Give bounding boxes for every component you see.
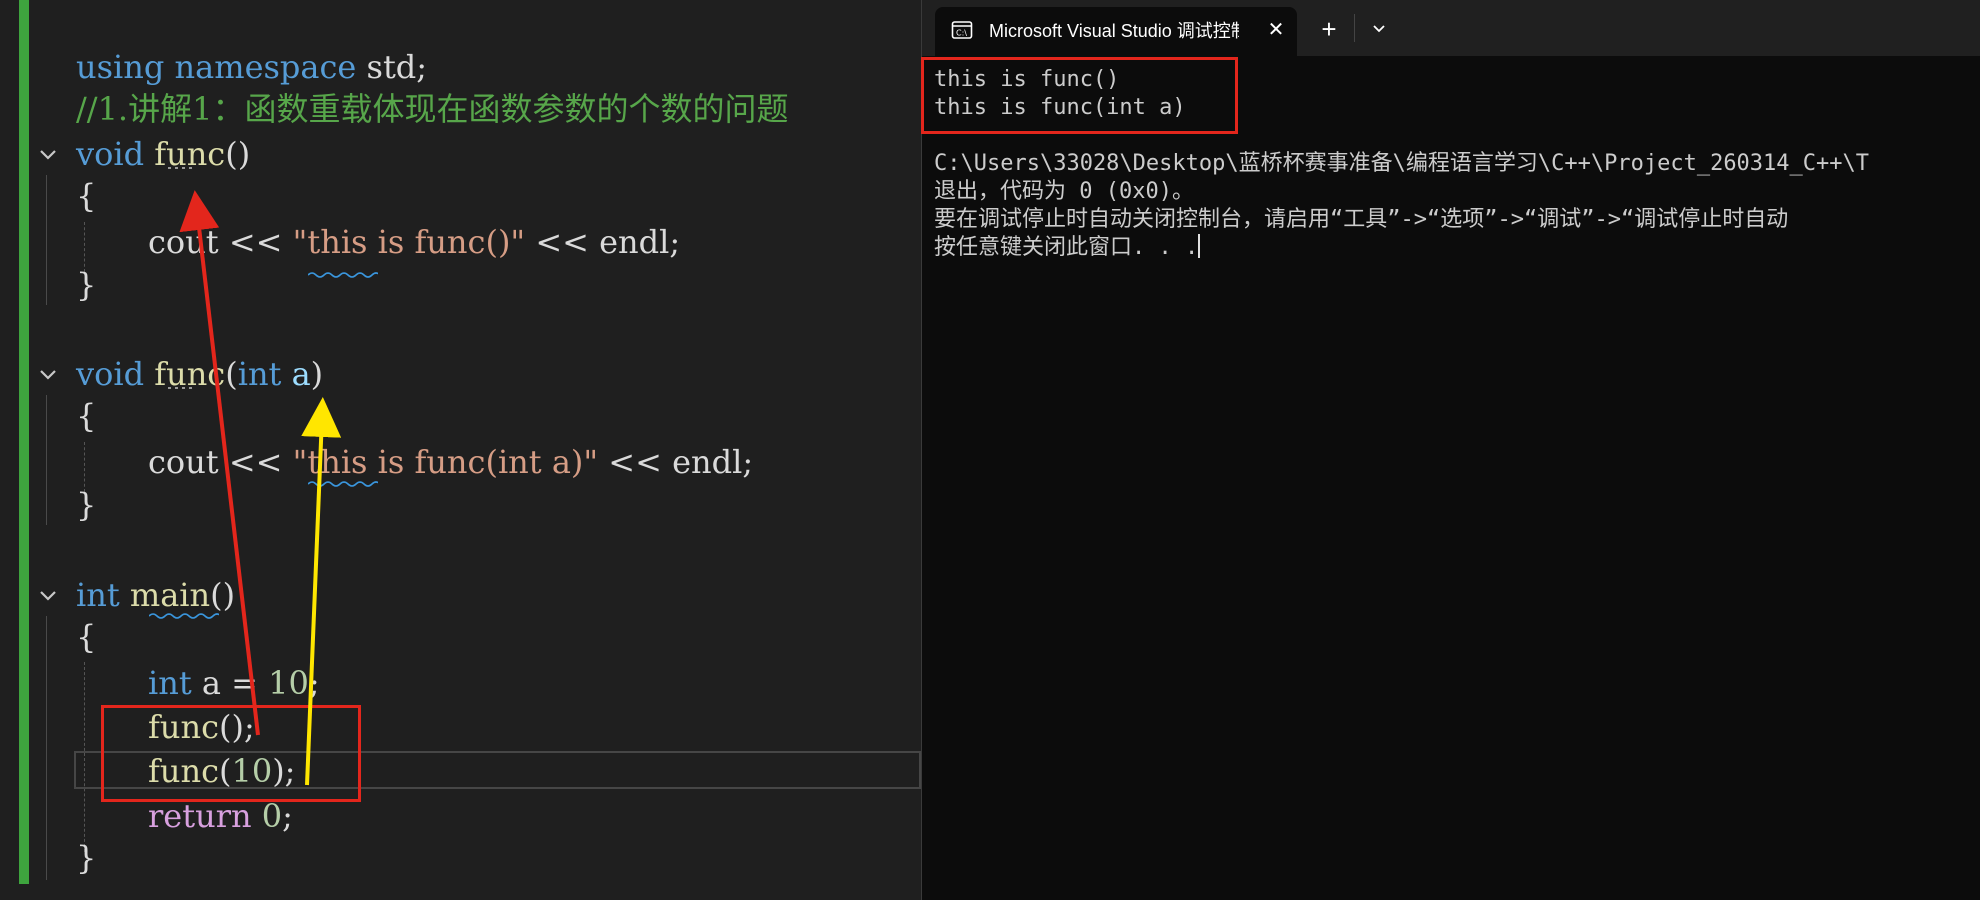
keyword: void xyxy=(76,355,145,393)
console-prompt-text: 按任意键关闭此窗口. . . xyxy=(934,235,1199,260)
console-output-line: 退出，代码为 0 (0x0)。 xyxy=(934,179,1194,204)
keyword: int xyxy=(148,664,192,702)
text-cursor xyxy=(1198,234,1201,258)
squiggle-underline xyxy=(308,481,378,487)
function-name: main xyxy=(129,576,211,614)
code-line-using: using namespace std; xyxy=(76,45,427,89)
code-text: () xyxy=(210,576,236,614)
keyword: int xyxy=(237,355,282,393)
code-text: ; xyxy=(308,664,320,702)
console-output-line: C:\Users\33028\Desktop\蓝桥杯赛事准备\编程语言学习\C+… xyxy=(934,151,1870,176)
code-brace-open: { xyxy=(76,397,97,435)
annotation-box-output xyxy=(921,57,1238,134)
keyword: int xyxy=(76,576,120,614)
code-line-main-signature: int main() xyxy=(76,573,235,617)
code-brace-close: } xyxy=(76,266,97,304)
code-text: ) xyxy=(310,355,324,393)
code-text: a = xyxy=(191,664,269,702)
code-text: << endl; xyxy=(598,443,754,481)
code-text: << endl; xyxy=(525,223,681,261)
svg-text:C:\: C:\ xyxy=(956,29,967,38)
annotation-box-calls xyxy=(101,705,361,802)
suggestion-dots xyxy=(168,167,194,169)
debug-console-window[interactable]: C:\ Microsoft Visual Studio 调试控制台 ✕ + th… xyxy=(921,0,1980,900)
code-line-func1-body: cout << "this is func()" << endl; xyxy=(148,220,680,264)
code-line-func1-signature: void func() xyxy=(76,132,250,176)
code-text: ; xyxy=(282,797,293,835)
code-brace-close: } xyxy=(76,486,97,524)
fold-chevron-icon[interactable] xyxy=(38,586,58,606)
code-text: cout << xyxy=(148,223,293,261)
tab-strip: C:\ Microsoft Visual Studio 调试控制台 ✕ + xyxy=(922,0,1980,56)
new-tab-button[interactable]: + xyxy=(1314,14,1344,44)
close-tab-button[interactable]: ✕ xyxy=(1263,17,1289,43)
number-literal: 0 xyxy=(261,797,283,835)
console-tab[interactable]: C:\ Microsoft Visual Studio 调试控制台 ✕ xyxy=(935,7,1297,56)
code-text: ( xyxy=(225,355,238,393)
scope-guide xyxy=(46,395,47,525)
code-comment: //1.讲解1：函数重载体现在函数参数的个数的问题 xyxy=(76,90,789,128)
fold-chevron-icon[interactable] xyxy=(38,365,58,385)
number-literal: 10 xyxy=(268,664,309,702)
keyword: void xyxy=(76,135,145,173)
scope-guide xyxy=(46,175,47,305)
suggestion-dots xyxy=(168,387,194,389)
keyword: using xyxy=(76,48,165,86)
keyword: return xyxy=(148,797,252,835)
console-icon: C:\ xyxy=(951,21,973,39)
code-brace-open: { xyxy=(76,177,97,215)
chevron-down-icon[interactable] xyxy=(1366,16,1392,42)
squiggle-underline xyxy=(308,272,378,278)
code-brace-close: } xyxy=(76,839,97,877)
string-literal: "this is func(int a)" xyxy=(292,443,599,481)
code-text: () xyxy=(225,135,251,173)
tab-separator xyxy=(1354,14,1355,42)
parameter: a xyxy=(281,355,311,393)
code-line-func2-body: cout << "this is func(int a)" << endl; xyxy=(148,440,753,484)
console-output-line: 按任意键关闭此窗口. . . xyxy=(934,234,1201,262)
fold-chevron-icon[interactable] xyxy=(38,145,58,165)
string-literal: "this is func()" xyxy=(292,223,526,261)
console-output-line: 要在调试停止时自动关闭控制台，请启用“工具”->“选项”->“调试”->“调试停… xyxy=(934,207,1789,232)
squiggle-underline xyxy=(149,613,219,619)
keyword: namespace xyxy=(174,48,357,86)
scope-guide xyxy=(46,616,47,880)
tab-title: Microsoft Visual Studio 调试控制台 xyxy=(989,21,1239,41)
code-text: std; xyxy=(356,48,428,86)
code-line-decl: int a = 10; xyxy=(148,661,320,705)
code-text: cout << xyxy=(148,443,293,481)
change-indicator-bar xyxy=(19,0,29,884)
code-line-func2-signature: void func(int a) xyxy=(76,352,323,396)
code-brace-open: { xyxy=(76,618,97,656)
code-content[interactable]: using namespace std; //1.讲解1：函数重载体现在函数参数… xyxy=(76,0,788,877)
